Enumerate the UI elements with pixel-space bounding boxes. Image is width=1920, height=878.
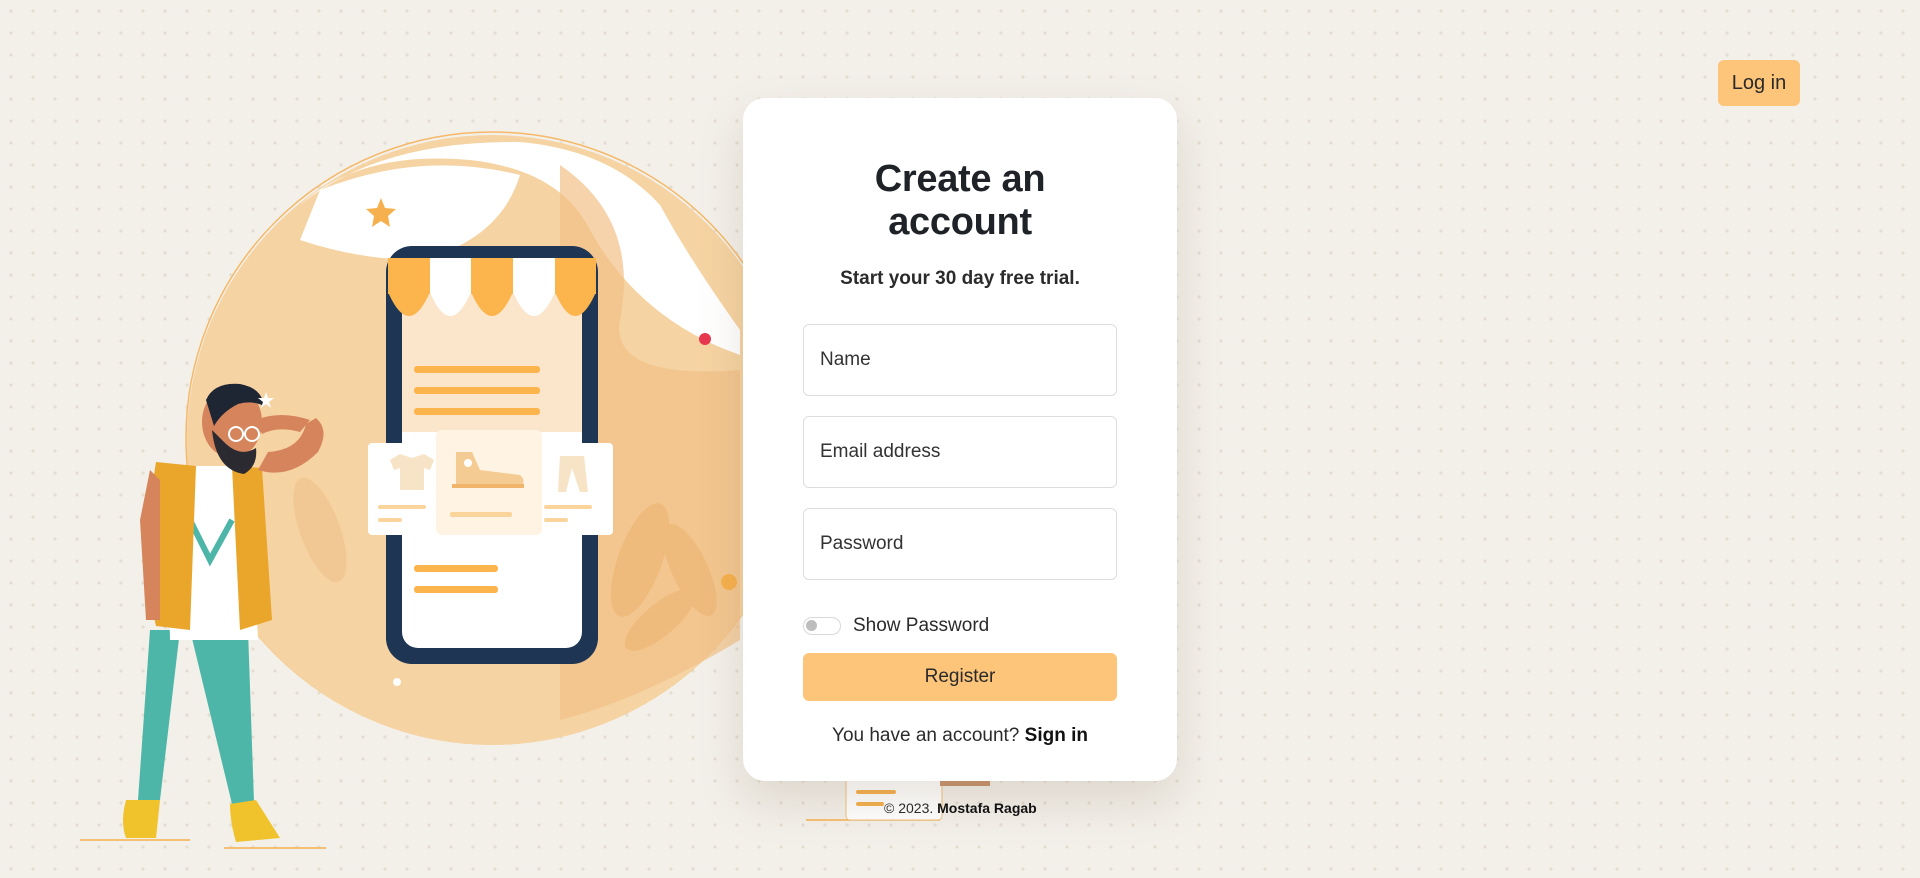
illustration-disc (187, 135, 797, 745)
password-field[interactable] (803, 508, 1117, 580)
show-password-label: Show Password (853, 615, 990, 636)
white-dot-icon (393, 678, 401, 686)
phone-screen-top (402, 262, 582, 432)
star-icon (366, 198, 396, 227)
email-field[interactable] (803, 416, 1117, 488)
phone-screen (402, 262, 582, 648)
product-line (544, 518, 568, 522)
product-line (378, 518, 402, 522)
phone-line (414, 408, 540, 415)
pants-icon (558, 456, 588, 492)
phone-line (414, 387, 540, 394)
phone-line (414, 366, 540, 373)
login-button[interactable]: Log in (1718, 60, 1800, 106)
illustration-circle (185, 131, 799, 745)
author-name: Mostafa Ragab (937, 800, 1037, 816)
shirt-icon (390, 454, 434, 490)
sign-in-link[interactable]: Sign in (1025, 725, 1088, 746)
phone-line (414, 586, 498, 593)
footer: © 2023. Mostafa Ragab (884, 800, 1037, 816)
register-card: Create an account Start your 30 day free… (743, 98, 1177, 781)
shop-awning-icon (388, 258, 596, 316)
register-button[interactable]: Register (803, 653, 1117, 701)
have-account-text: You have an account? (832, 725, 1020, 746)
form-subtitle: Start your 30 day free trial. (840, 268, 1080, 289)
product-panel (368, 443, 613, 535)
orange-dot-icon (721, 574, 737, 590)
toggle-knob (806, 620, 817, 631)
illustration-shadow (560, 165, 740, 720)
show-password-toggle[interactable] (803, 617, 841, 635)
hidden-line (856, 790, 896, 794)
name-field[interactable] (803, 324, 1117, 396)
form-title: Create an account (874, 158, 1046, 243)
copyright-text: © 2023. (884, 800, 934, 816)
phone-icon (386, 246, 598, 664)
illustration-blob (300, 141, 740, 355)
leaf-icon (293, 477, 717, 651)
product-line (544, 505, 592, 509)
product-line (378, 505, 426, 509)
product-panel-highlight (436, 430, 542, 535)
red-dot-icon (699, 333, 711, 345)
phone-line (414, 565, 498, 572)
illustration-blob-2 (300, 165, 520, 260)
hidden-line (856, 802, 884, 806)
signin-row: You have an account? Sign in (803, 725, 1117, 747)
show-password-row: Show Password (803, 614, 1117, 638)
sneaker-icon (452, 452, 524, 488)
product-line (450, 512, 512, 517)
